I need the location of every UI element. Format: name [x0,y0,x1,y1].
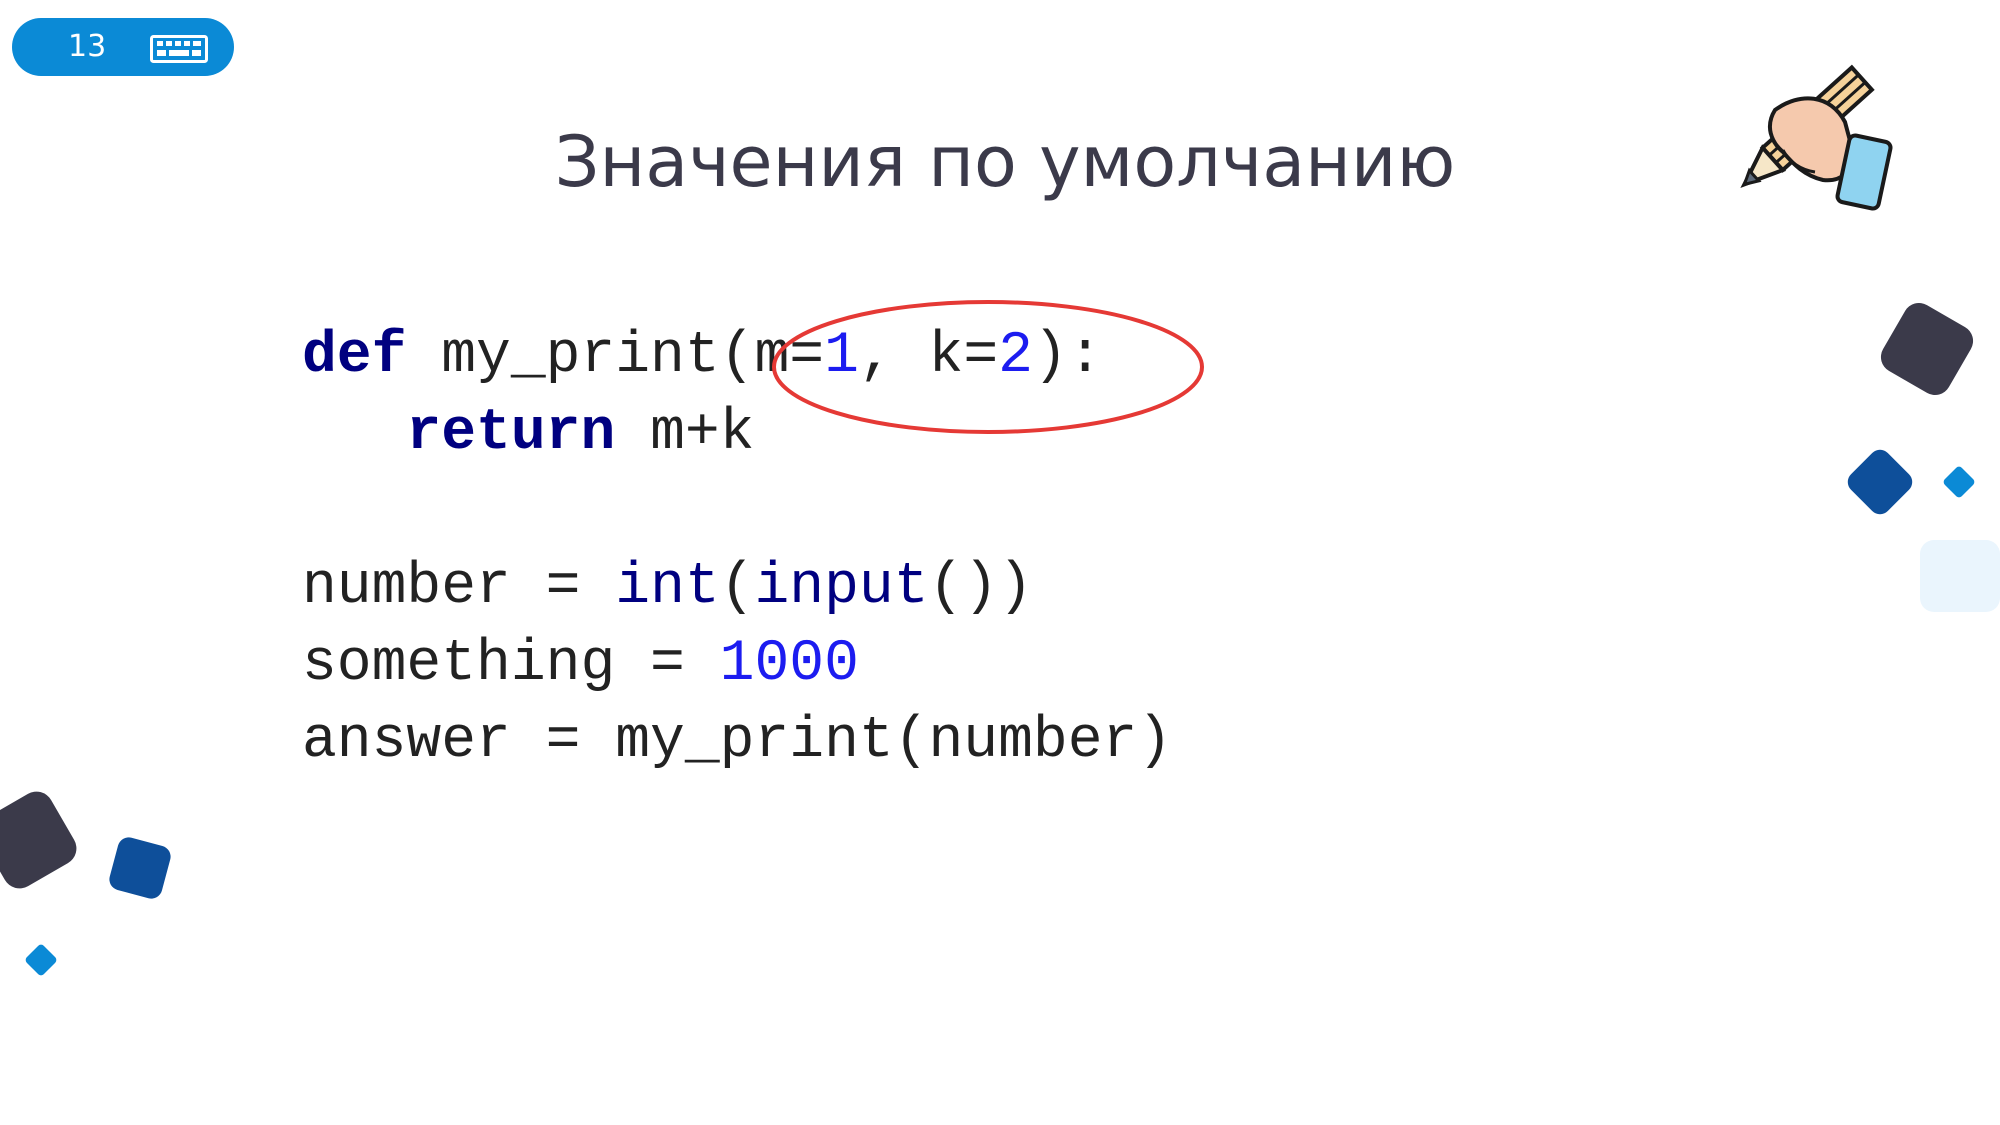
highlight-ellipse [772,300,1204,434]
